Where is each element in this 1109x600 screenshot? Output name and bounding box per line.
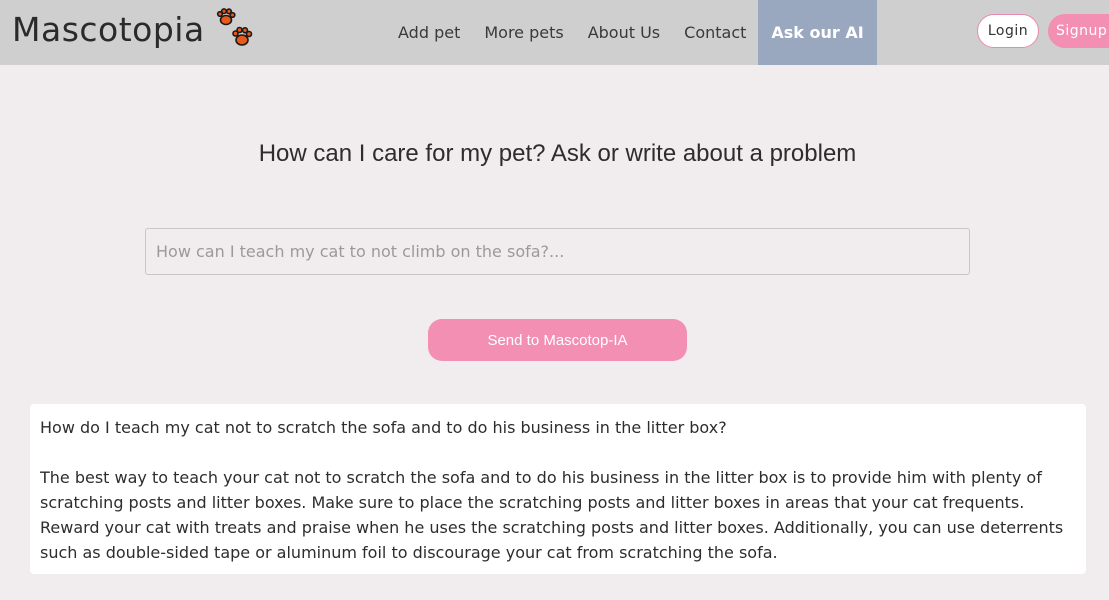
nav-link-about-us[interactable]: About Us — [576, 0, 672, 65]
answer-card: How do I teach my cat not to scratch the… — [30, 404, 1086, 574]
nav-link-contact[interactable]: Contact — [672, 0, 758, 65]
brand-name[interactable]: Mascotopia — [12, 10, 205, 49]
answer-text: The best way to teach your cat not to sc… — [40, 468, 1064, 562]
send-to-ai-button[interactable]: Send to Mascotop-IA — [428, 319, 687, 361]
brand[interactable]: Mascotopia — [12, 8, 257, 50]
nav-link-more-pets[interactable]: More pets — [472, 0, 575, 65]
nav-link-ask-our-ai[interactable]: Ask our AI — [758, 0, 877, 65]
nav-links: Add pet More pets About Us Contact Ask o… — [386, 0, 877, 65]
answer-question: How do I teach my cat not to scratch the… — [40, 418, 727, 437]
question-input[interactable] — [145, 228, 970, 275]
navbar: Mascotopia Add pet More pets About Us Co… — [0, 0, 1109, 65]
page-heading: How can I care for my pet? Ask or write … — [258, 140, 857, 167]
login-button[interactable]: Login — [977, 14, 1039, 48]
signup-button[interactable]: Signup — [1048, 14, 1109, 48]
paw-prints-icon — [216, 8, 252, 46]
nav-link-add-pet[interactable]: Add pet — [386, 0, 472, 65]
